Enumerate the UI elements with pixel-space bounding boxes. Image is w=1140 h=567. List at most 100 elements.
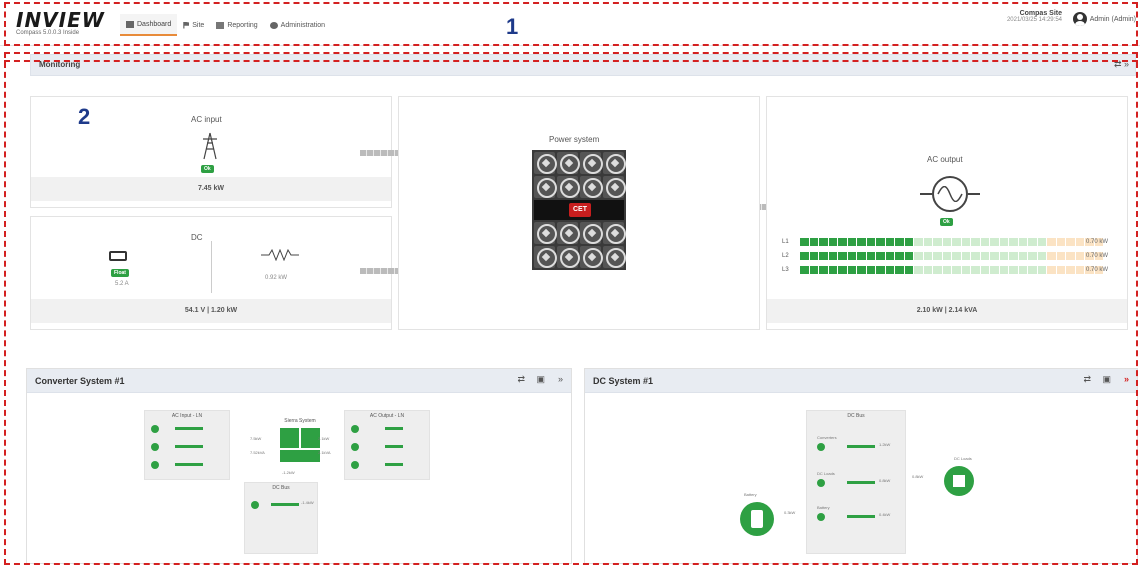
monitoring-controls[interactable]: ⇄ »: [1114, 59, 1129, 70]
brand-band: CET: [534, 200, 624, 220]
phase-segment: [1066, 252, 1075, 260]
user-label: Admin (Admin): [1089, 15, 1136, 23]
phase-segment: [885, 238, 894, 246]
monitoring-title: Monitoring: [39, 60, 81, 69]
phase-segment: [876, 266, 885, 274]
ac-source-line-right: [968, 193, 980, 195]
monitoring-bar: Monitoring ⇄ »: [30, 54, 1136, 76]
phase-segment: [904, 252, 913, 260]
swap-icon[interactable]: ⇄: [1083, 374, 1091, 385]
nav-site[interactable]: Site: [177, 14, 210, 36]
phase-segment: [971, 252, 980, 260]
fan-icon: [534, 246, 557, 268]
fan-icon: [580, 176, 603, 198]
swap-icon[interactable]: ⇄: [517, 374, 525, 385]
status-dot: [251, 501, 259, 509]
phase-segment: [828, 238, 837, 246]
dc-bus-column-title: DC Bus: [847, 413, 865, 419]
power-system-label: Power system: [549, 135, 600, 144]
dc-footer-power: 1.20 kW: [211, 307, 238, 314]
cet-logo: CET: [569, 203, 591, 217]
dc-loads-node-label: DC Loads: [954, 456, 972, 461]
phase-segment: [819, 266, 828, 274]
value-bar: [847, 515, 875, 518]
fan-icon: [603, 246, 626, 268]
site-time: 2021/03/25 14:29:54: [1006, 17, 1062, 23]
nav-dashboard[interactable]: Dashboard: [120, 14, 178, 36]
gear-icon: [269, 21, 278, 29]
phase-segment: [876, 252, 885, 260]
phase-segment: [895, 238, 904, 246]
phase-segment: [1028, 266, 1037, 274]
converter-bottom-line: [280, 448, 320, 450]
fan-icon: [603, 176, 626, 198]
fan-icon: [580, 222, 603, 244]
export-icon[interactable]: ▣: [1102, 374, 1111, 385]
user-menu[interactable]: Admin (Admin): [1072, 12, 1136, 26]
phase-segment: [914, 238, 923, 246]
phase-segment: [1018, 238, 1027, 246]
dashboard-icon: [126, 20, 134, 28]
site-info: Compas Site 2021/03/25 14:29:54: [1007, 10, 1062, 23]
fan-icon: [557, 152, 580, 174]
export-icon[interactable]: ▣: [536, 374, 545, 385]
flag-icon: [183, 21, 190, 29]
value-bar: [847, 481, 875, 484]
phase-segment: [961, 252, 970, 260]
right-power: 2.1kW: [318, 436, 330, 441]
phase-segment: [838, 252, 847, 260]
loads-flow: 0.8kW: [912, 474, 924, 479]
phase-segment: [866, 266, 875, 274]
nav-reporting[interactable]: Reporting: [210, 14, 263, 36]
fan-icon: [534, 176, 557, 198]
phase-segment: [980, 252, 989, 260]
phase-segment: [942, 266, 951, 274]
dc-card[interactable]: DC Float 5.2 A 0.92 kW 54.1 V | 1.20 kW: [30, 216, 392, 330]
dc-bus-box: DC Bus -1.4kW: [244, 482, 318, 554]
phase-segment: [800, 238, 809, 246]
phase-row-l2: L2 0.70 kW: [782, 252, 1108, 260]
phase-segment: [838, 266, 847, 274]
phase-segment: [847, 252, 856, 260]
expand-icon[interactable]: »: [558, 374, 563, 384]
left-power: 7.5kW: [250, 436, 262, 441]
phase-segment: [800, 252, 809, 260]
dc-bus-box-title: DC Bus: [272, 485, 290, 491]
phase-segment: [1018, 252, 1027, 260]
status-dot: [151, 425, 159, 433]
phase-segment: [809, 266, 818, 274]
dc-panel-title: DC System #1: [593, 376, 654, 386]
stop-icon: [953, 475, 965, 487]
fan-icon: [603, 152, 626, 174]
value-bar: [385, 427, 403, 430]
nav-administration[interactable]: Administration: [264, 14, 331, 36]
phase-segment: [923, 238, 932, 246]
ac-source-line-left: [920, 193, 932, 195]
dc-divider: [211, 241, 212, 293]
phase-segment: [1009, 238, 1018, 246]
phase-segment: [933, 238, 942, 246]
phase-segment: [1009, 266, 1018, 274]
report-icon: [216, 21, 225, 29]
phase-label: L3: [782, 267, 789, 273]
phase-segment: [885, 266, 894, 274]
phase-segment: [866, 238, 875, 246]
dc-loads-value: 0.8kW: [879, 478, 891, 483]
battery-node[interactable]: [740, 502, 774, 536]
phase-segment: [819, 238, 828, 246]
inview-logo[interactable]: INVIEW Compass 5.0.0.3 Inside: [16, 8, 105, 36]
main-nav: Dashboard Site Reporting Administration: [120, 14, 331, 36]
status-dot: [817, 443, 825, 451]
phase-segment: [1047, 266, 1056, 274]
phase-segment: [1056, 252, 1065, 260]
battery-icon: [751, 510, 763, 528]
value-bar: [385, 463, 403, 466]
converters-value: 1.2kW: [879, 442, 891, 447]
dc-loads-node[interactable]: [944, 466, 974, 496]
ac-output-footer-power: 2.10 kW: [916, 307, 943, 314]
phase-segment: [857, 238, 866, 246]
phase-segment: [904, 266, 913, 274]
expand-icon[interactable]: »: [1124, 374, 1129, 384]
phase-row-l1: L1 0.70 kW: [782, 238, 1108, 246]
phase-segment: [942, 238, 951, 246]
